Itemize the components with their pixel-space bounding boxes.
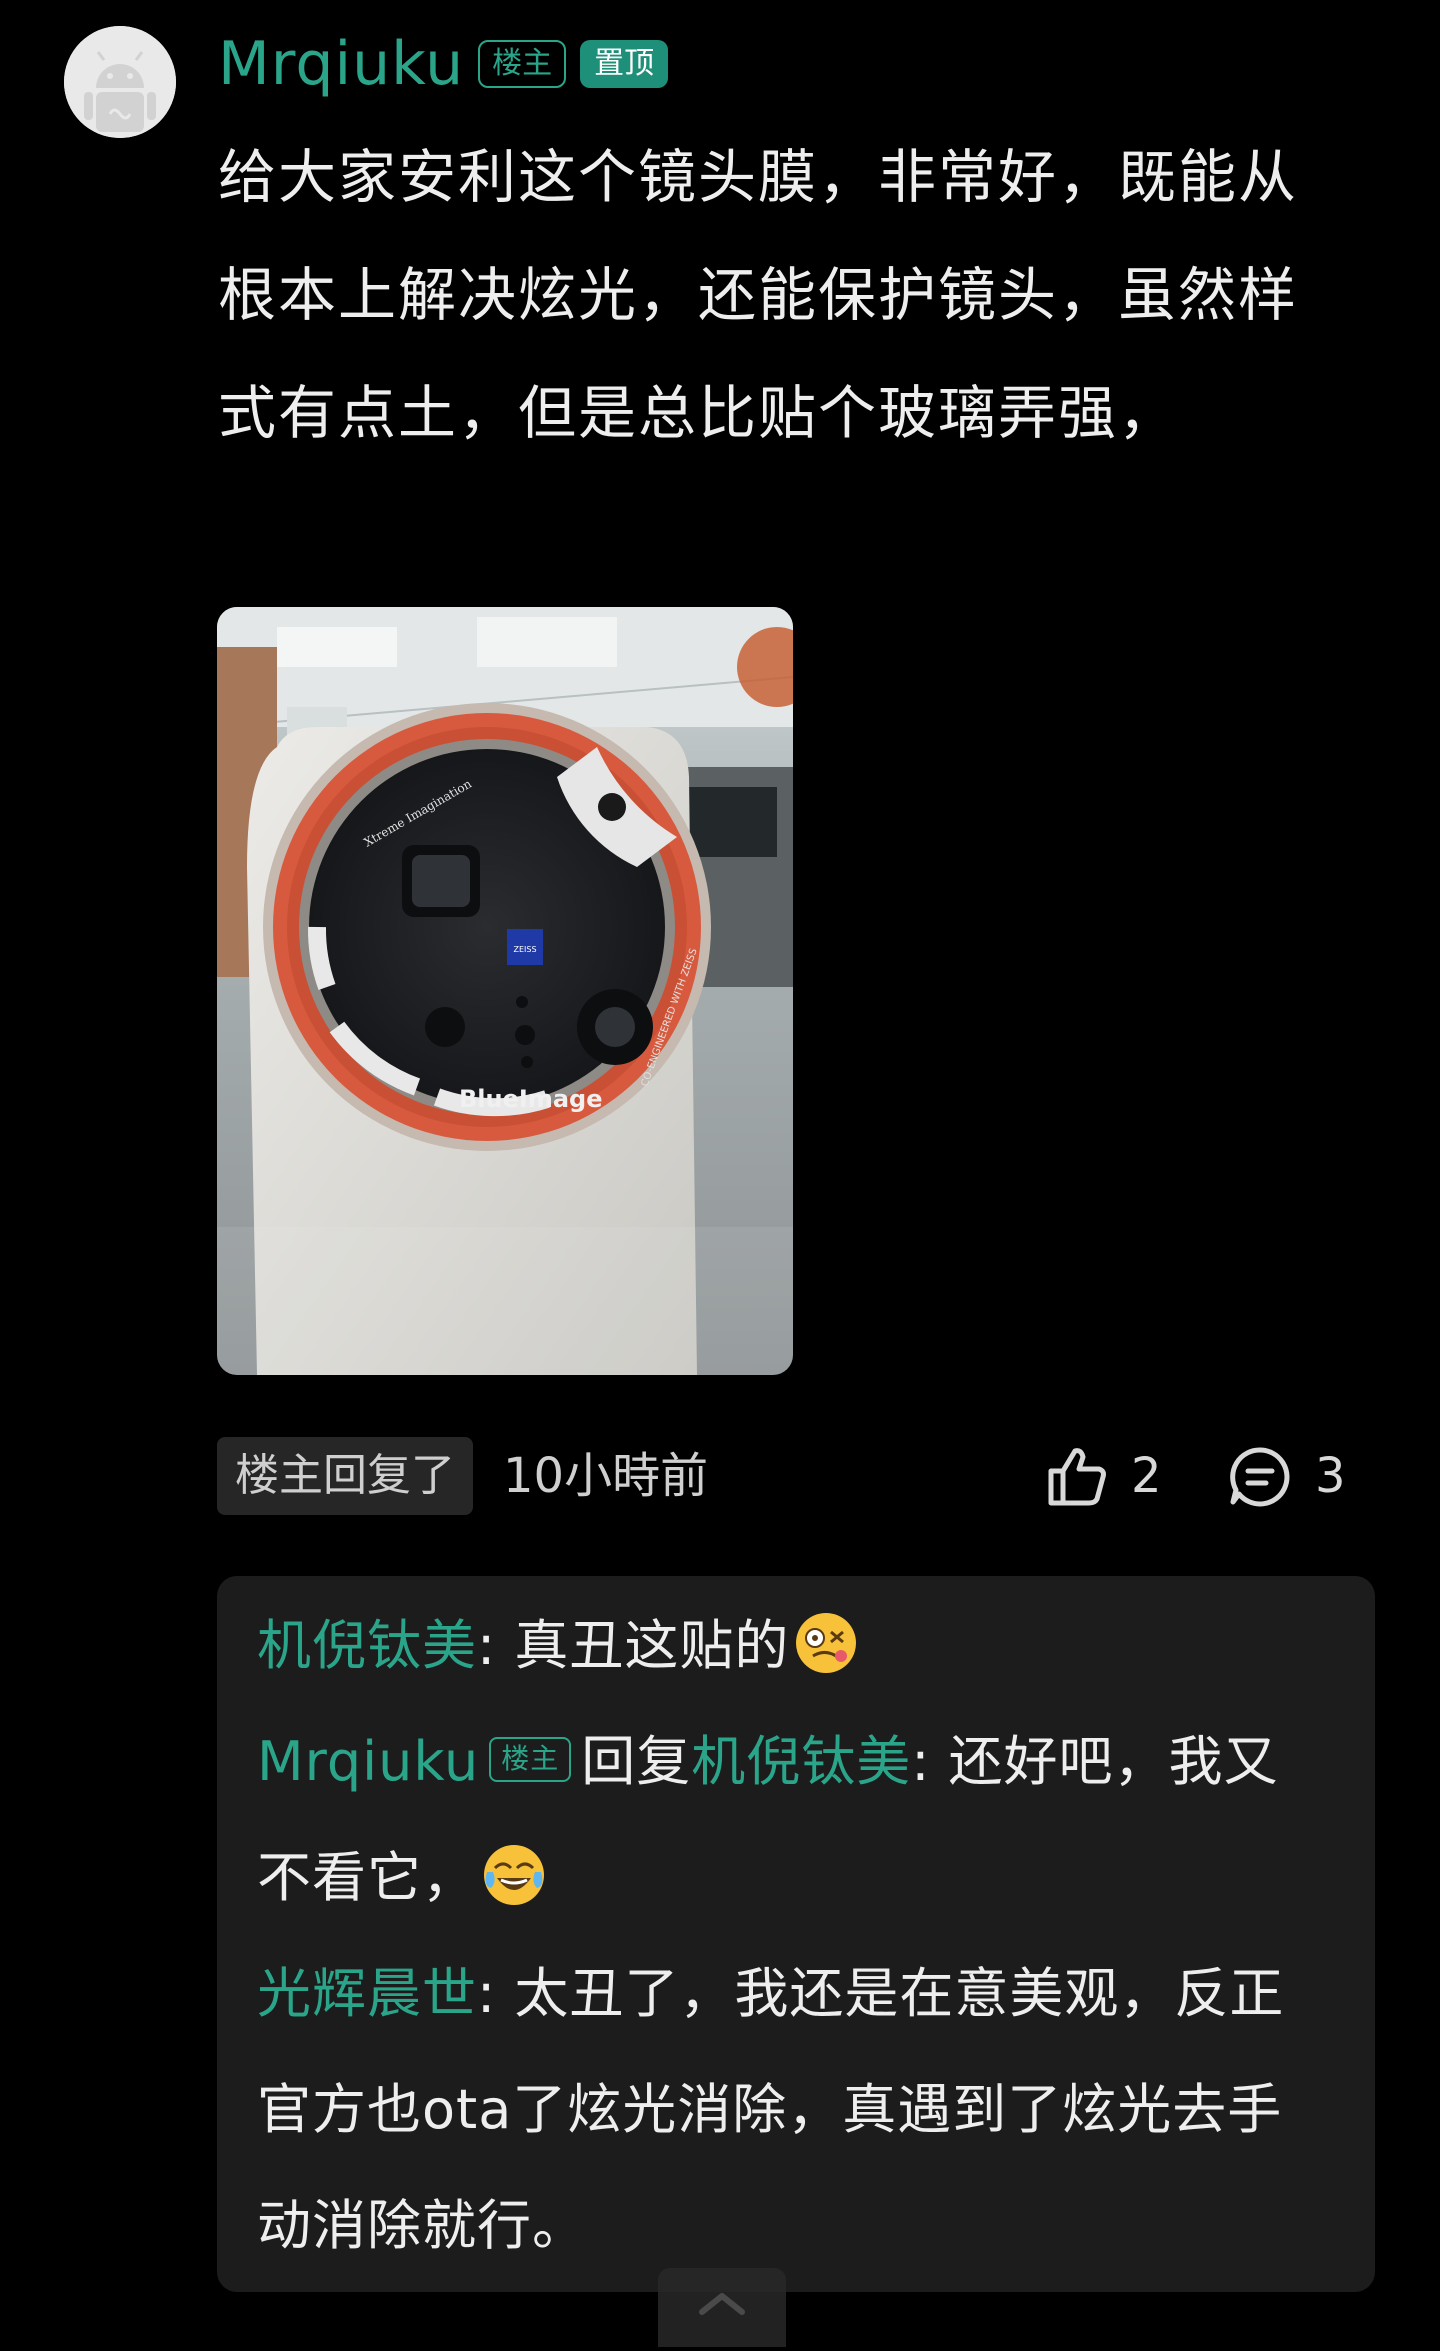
post-image[interactable]: ZEISS BlueImage Xtreme Imagination CO-EN… — [217, 607, 793, 1375]
avatar[interactable] — [64, 26, 176, 138]
reply-item[interactable]: 光辉晨世: 太丑了，我还是在意美观，反正官方也ota了炫光消除，真遇到了炫光去手… — [257, 1936, 1317, 2284]
comment-icon — [1230, 1447, 1290, 1507]
android-avatar-icon — [64, 26, 176, 138]
brand-text: BlueImage — [459, 1085, 602, 1113]
reply-username[interactable]: Mrqiuku — [257, 1730, 479, 1793]
scroll-to-top-button[interactable] — [658, 2268, 786, 2347]
like-count: 2 — [1131, 1448, 1162, 1504]
post-time: 10小時前 — [503, 1448, 709, 1504]
reply-word: 回复 — [581, 1730, 692, 1793]
author-name[interactable]: Mrqiuku — [218, 34, 464, 94]
post-meta: 楼主回复了 10小時前 2 3 — [217, 1437, 1357, 1515]
chevron-up-icon — [699, 2293, 745, 2315]
op-replied-tag[interactable]: 楼主回复了 — [217, 1437, 473, 1515]
reply-username[interactable]: 机倪钛美 — [257, 1614, 477, 1677]
dizzy-face-emoji — [796, 1613, 857, 1674]
comment-button[interactable]: 3 — [1227, 1437, 1346, 1515]
reply-preview-box[interactable]: 机倪钛美: 真丑这贴的 Mrqiuku 楼主 回复机倪钛美: 还好吧，我又不看它， … — [217, 1576, 1375, 2292]
reply-item[interactable]: Mrqiuku 楼主 回复机倪钛美: 还好吧，我又不看它， — [257, 1704, 1317, 1936]
lens-protector-photo: ZEISS BlueImage Xtreme Imagination CO-EN… — [217, 607, 793, 1375]
comment-count: 3 — [1315, 1448, 1346, 1504]
op-badge: 楼主 — [478, 40, 567, 88]
tears-of-joy-emoji — [484, 1845, 544, 1906]
op-badge: 楼主 — [489, 1737, 572, 1782]
post-header: Mrqiuku 楼主 置顶 — [218, 22, 669, 106]
thumbs-up-icon — [1048, 1448, 1106, 1506]
zeiss-logo: ZEISS — [513, 945, 536, 954]
reply-item[interactable]: 机倪钛美: 真丑这贴的 — [257, 1588, 1317, 1704]
pinned-badge: 置顶 — [580, 40, 669, 88]
reply-username[interactable]: 光辉晨世 — [257, 1962, 477, 2025]
reply-to-username[interactable]: 机倪钛美 — [691, 1730, 911, 1793]
like-button[interactable]: 2 — [1045, 1437, 1162, 1515]
reply-text: : 真丑这贴的 — [477, 1614, 790, 1677]
post-body: 给大家安利这个镜头膜，非常好，既能从根本上解决炫光，还能保护镜头，虽然样式有点土… — [218, 143, 1299, 447]
